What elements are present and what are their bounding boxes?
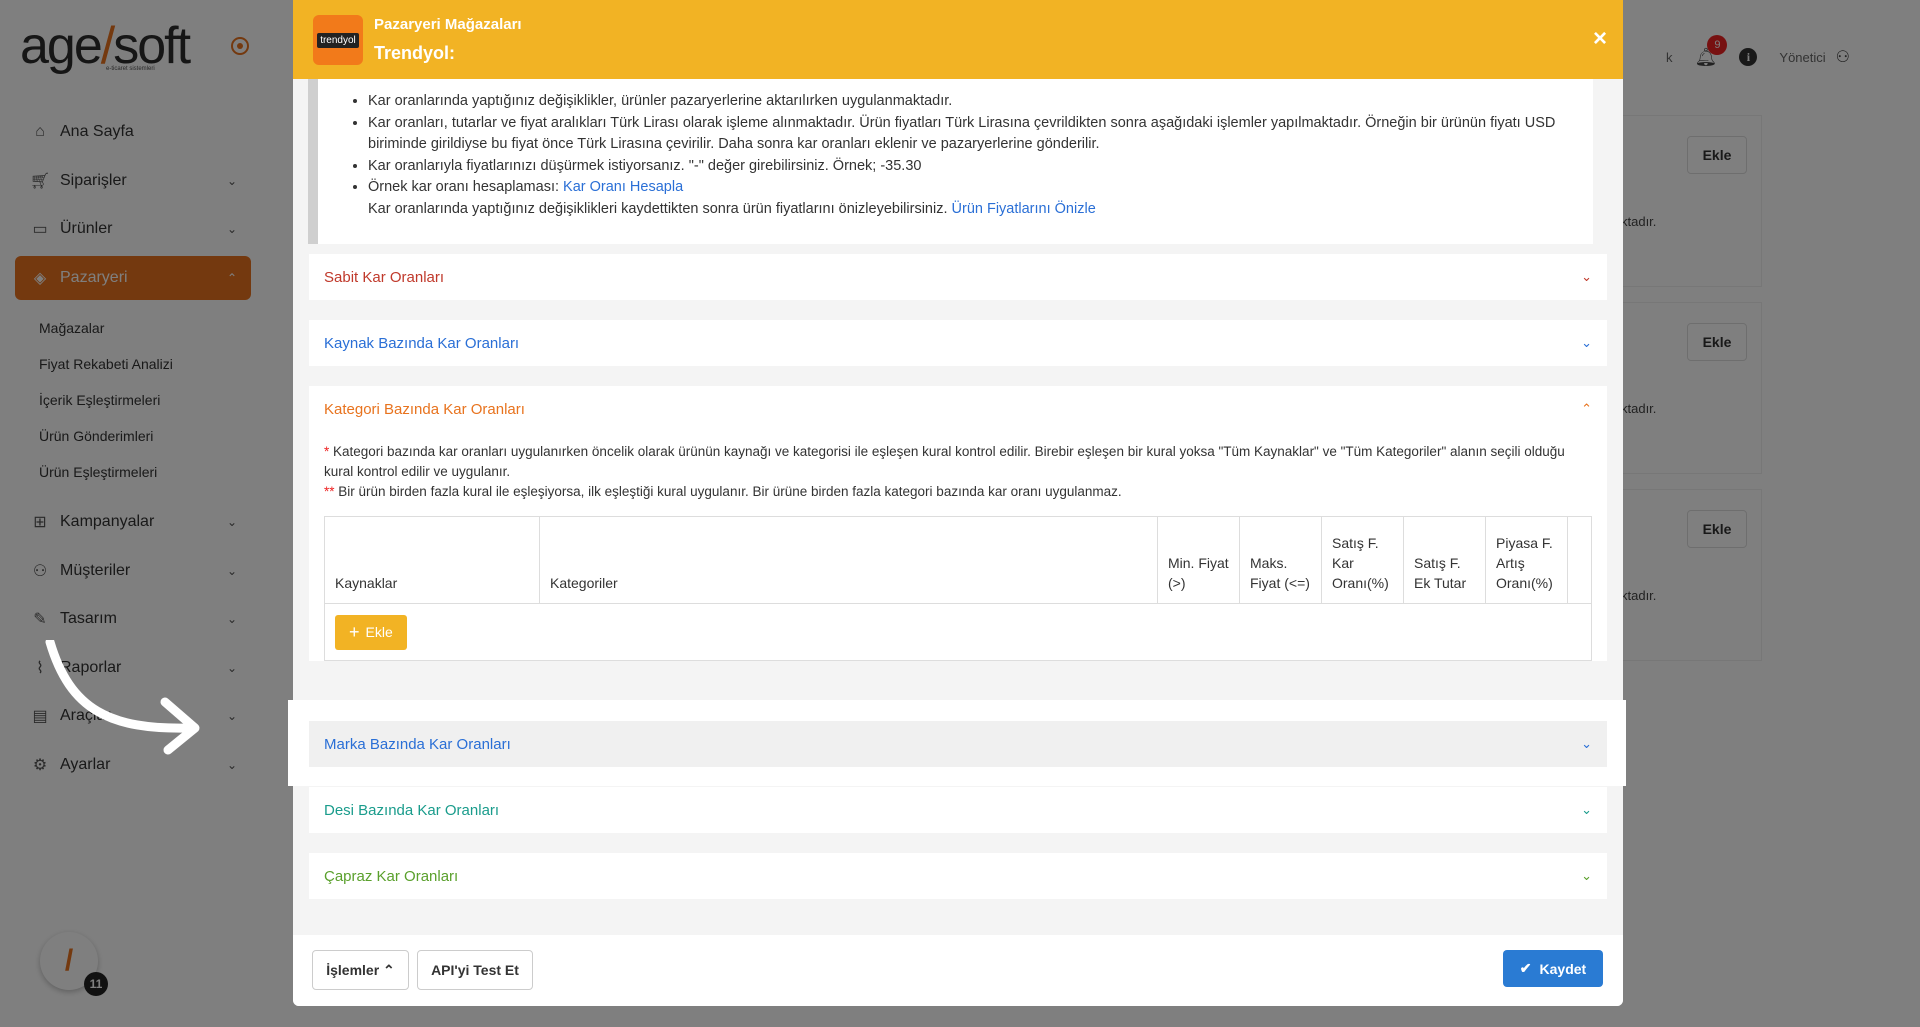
modal-header: trendyol Pazaryeri Mağazaları Trendyol: … <box>293 0 1623 79</box>
calculate-profit-link[interactable]: Kar Oranı Hesapla <box>563 179 683 195</box>
accordion-desi: Desi Bazında Kar Oranları ⌄ <box>309 787 1607 833</box>
preview-prices-link[interactable]: Ürün Fiyatlarını Önizle <box>952 201 1096 217</box>
check-icon: ✔ <box>1519 960 1532 976</box>
close-icon[interactable]: × <box>1593 25 1607 53</box>
api-test-button[interactable]: API'yi Test Et <box>417 950 533 990</box>
chevron-down-icon: ⌄ <box>1581 802 1592 817</box>
column-header <box>1568 517 1591 603</box>
save-button[interactable]: ✔ Kaydet <box>1503 950 1603 987</box>
accordion-header-kategori[interactable]: Kategori Bazında Kar Oranları ⌃ <box>309 386 1607 432</box>
column-header: Min. Fiyat (>) <box>1158 517 1240 603</box>
column-header: Satış F. Kar Oranı(%) <box>1322 517 1404 603</box>
kategori-notes: * Kategori bazında kar oranları uygulanı… <box>324 444 1565 499</box>
column-header: Satış F. Ek Tutar <box>1404 517 1486 603</box>
chevron-down-icon: ⌄ <box>1581 736 1592 751</box>
modal-footer: İşlemler ⌃ API'yi Test Et ✔ Kaydet <box>293 935 1623 1006</box>
column-header: Kaynaklar <box>325 517 540 603</box>
accordion-header-sabit[interactable]: Sabit Kar Oranları ⌄ <box>309 254 1607 300</box>
column-header: Piyasa F. Artış Oranı(%) <box>1486 517 1568 603</box>
accordion-kaynak: Kaynak Bazında Kar Oranları ⌄ <box>309 320 1607 366</box>
accordion-header-kaynak[interactable]: Kaynak Bazında Kar Oranları ⌄ <box>309 320 1607 366</box>
actions-dropdown-button[interactable]: İşlemler ⌃ <box>312 950 409 990</box>
column-header: Maks. Fiyat (<=) <box>1240 517 1322 603</box>
info-notes: Kar oranlarında yaptığınız değişiklikler… <box>308 79 1593 244</box>
chevron-up-icon: ⌃ <box>1581 401 1592 416</box>
column-header: Kategoriler <box>540 517 1158 603</box>
chevron-down-icon: ⌄ <box>1581 269 1592 284</box>
chevron-down-icon: ⌄ <box>1581 335 1592 350</box>
accordion-capraz: Çapraz Kar Oranları ⌄ <box>309 853 1607 899</box>
accordion-kategori: Kategori Bazında Kar Oranları ⌃ * Katego… <box>309 386 1607 661</box>
accordion-header-capraz[interactable]: Çapraz Kar Oranları ⌄ <box>309 853 1607 899</box>
table-body: + Ekle <box>325 604 1591 660</box>
modal-title: Pazaryeri Mağazaları <box>374 16 522 33</box>
pointer-arrow-icon <box>45 640 200 755</box>
chevron-up-icon: ⌃ <box>383 961 395 978</box>
marketplace-modal: trendyol Pazaryeri Mağazaları Trendyol: … <box>293 0 1623 1006</box>
add-rule-button[interactable]: + Ekle <box>335 614 407 650</box>
kategori-body: * Kategori bazında kar oranları uygulanı… <box>309 432 1607 661</box>
accordion-sabit: Sabit Kar Oranları ⌄ <box>309 254 1607 300</box>
modal-subtitle: Trendyol: <box>374 43 456 63</box>
accordion-header-marka[interactable]: Marka Bazında Kar Oranları ⌄ <box>309 721 1607 767</box>
chevron-down-icon: ⌄ <box>1581 868 1592 883</box>
kategori-table: Kaynaklar Kategoriler Min. Fiyat (>) Mak… <box>324 516 1592 661</box>
plus-icon: + <box>349 622 360 642</box>
table-header: Kaynaklar Kategoriler Min. Fiyat (>) Mak… <box>325 517 1591 604</box>
trendyol-logo: trendyol <box>313 15 363 65</box>
accordion-header-desi[interactable]: Desi Bazında Kar Oranları ⌄ <box>309 787 1607 833</box>
